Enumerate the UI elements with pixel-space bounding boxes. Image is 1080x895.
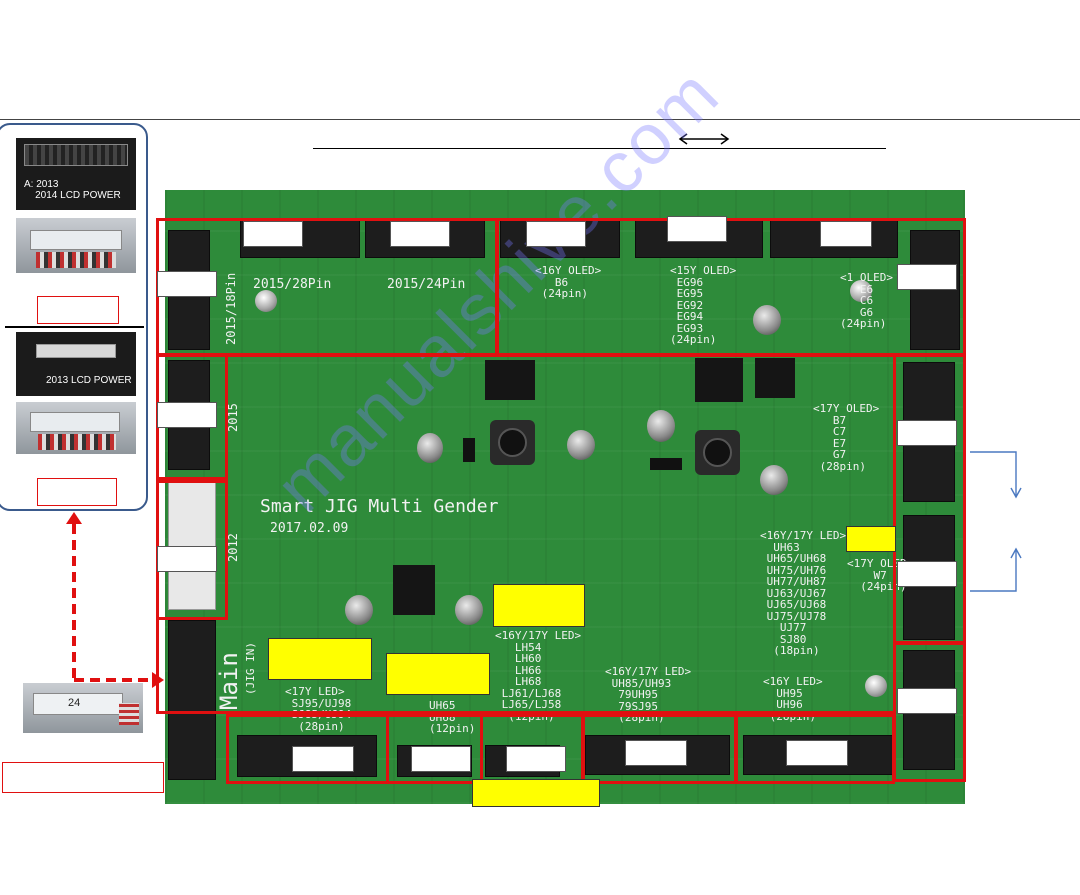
label-box-p17	[411, 746, 471, 772]
lcd-power-silk-text-2013: 2013 LCD POWER	[46, 375, 132, 386]
lcd-power-silk-text: A: 2013 2014 LCD POWER	[24, 179, 121, 201]
label-box-p16	[506, 746, 566, 772]
label-box-p9	[820, 221, 872, 247]
label-box-p13	[897, 688, 957, 714]
connector-label-box-1	[37, 296, 119, 324]
white-plug	[30, 412, 120, 432]
label-box-p5	[243, 221, 303, 247]
main-cable-plug-photo: 24	[23, 683, 143, 733]
wire-bundle	[119, 703, 139, 725]
cable-plug-photo-top	[16, 218, 136, 273]
label-box-p18	[292, 746, 354, 772]
label-box-p15	[625, 740, 687, 766]
yellow-callout-4	[846, 526, 896, 552]
highlight-region-right-17y	[893, 354, 966, 644]
yellow-callout-5	[472, 779, 600, 807]
wire-bundle	[36, 252, 116, 268]
label-box-2015-18pin	[157, 271, 217, 297]
panel-divider	[5, 326, 144, 328]
lcd-power-connector-photo-2013-2014: A: 2013 2014 LCD POWER	[16, 138, 136, 210]
label-box-p12	[897, 561, 957, 587]
connector-slot	[36, 344, 116, 358]
wire-bundle	[38, 434, 116, 450]
blue-bracket-arrow-icon	[970, 451, 1022, 592]
main-connector-label-box	[2, 762, 164, 793]
cable-plug-photo-bottom	[16, 402, 136, 454]
connector-label-box-2	[37, 478, 117, 506]
dashed-arrow-icon	[66, 512, 164, 688]
label-box-p8	[667, 216, 727, 242]
highlight-region-main-board	[156, 354, 896, 714]
label-box-p11	[897, 420, 957, 446]
label-box-2015	[157, 402, 217, 428]
cable-pin-count: 24	[68, 697, 81, 709]
label-box-p6	[390, 221, 450, 247]
yellow-callout-3	[386, 653, 490, 695]
yellow-callout-1	[493, 584, 585, 627]
label-box-p7	[526, 221, 586, 247]
lcd-power-connector-photo-2013: 2013 LCD POWER	[16, 332, 136, 396]
label-box-p14	[786, 740, 848, 766]
page-header-rule	[0, 119, 1080, 120]
yellow-callout-2	[268, 638, 372, 680]
white-plug	[30, 230, 122, 250]
connector-pins	[24, 144, 128, 166]
label-box-p10	[897, 264, 957, 290]
label-box-2012	[157, 546, 217, 572]
white-plug: 24	[33, 693, 123, 715]
